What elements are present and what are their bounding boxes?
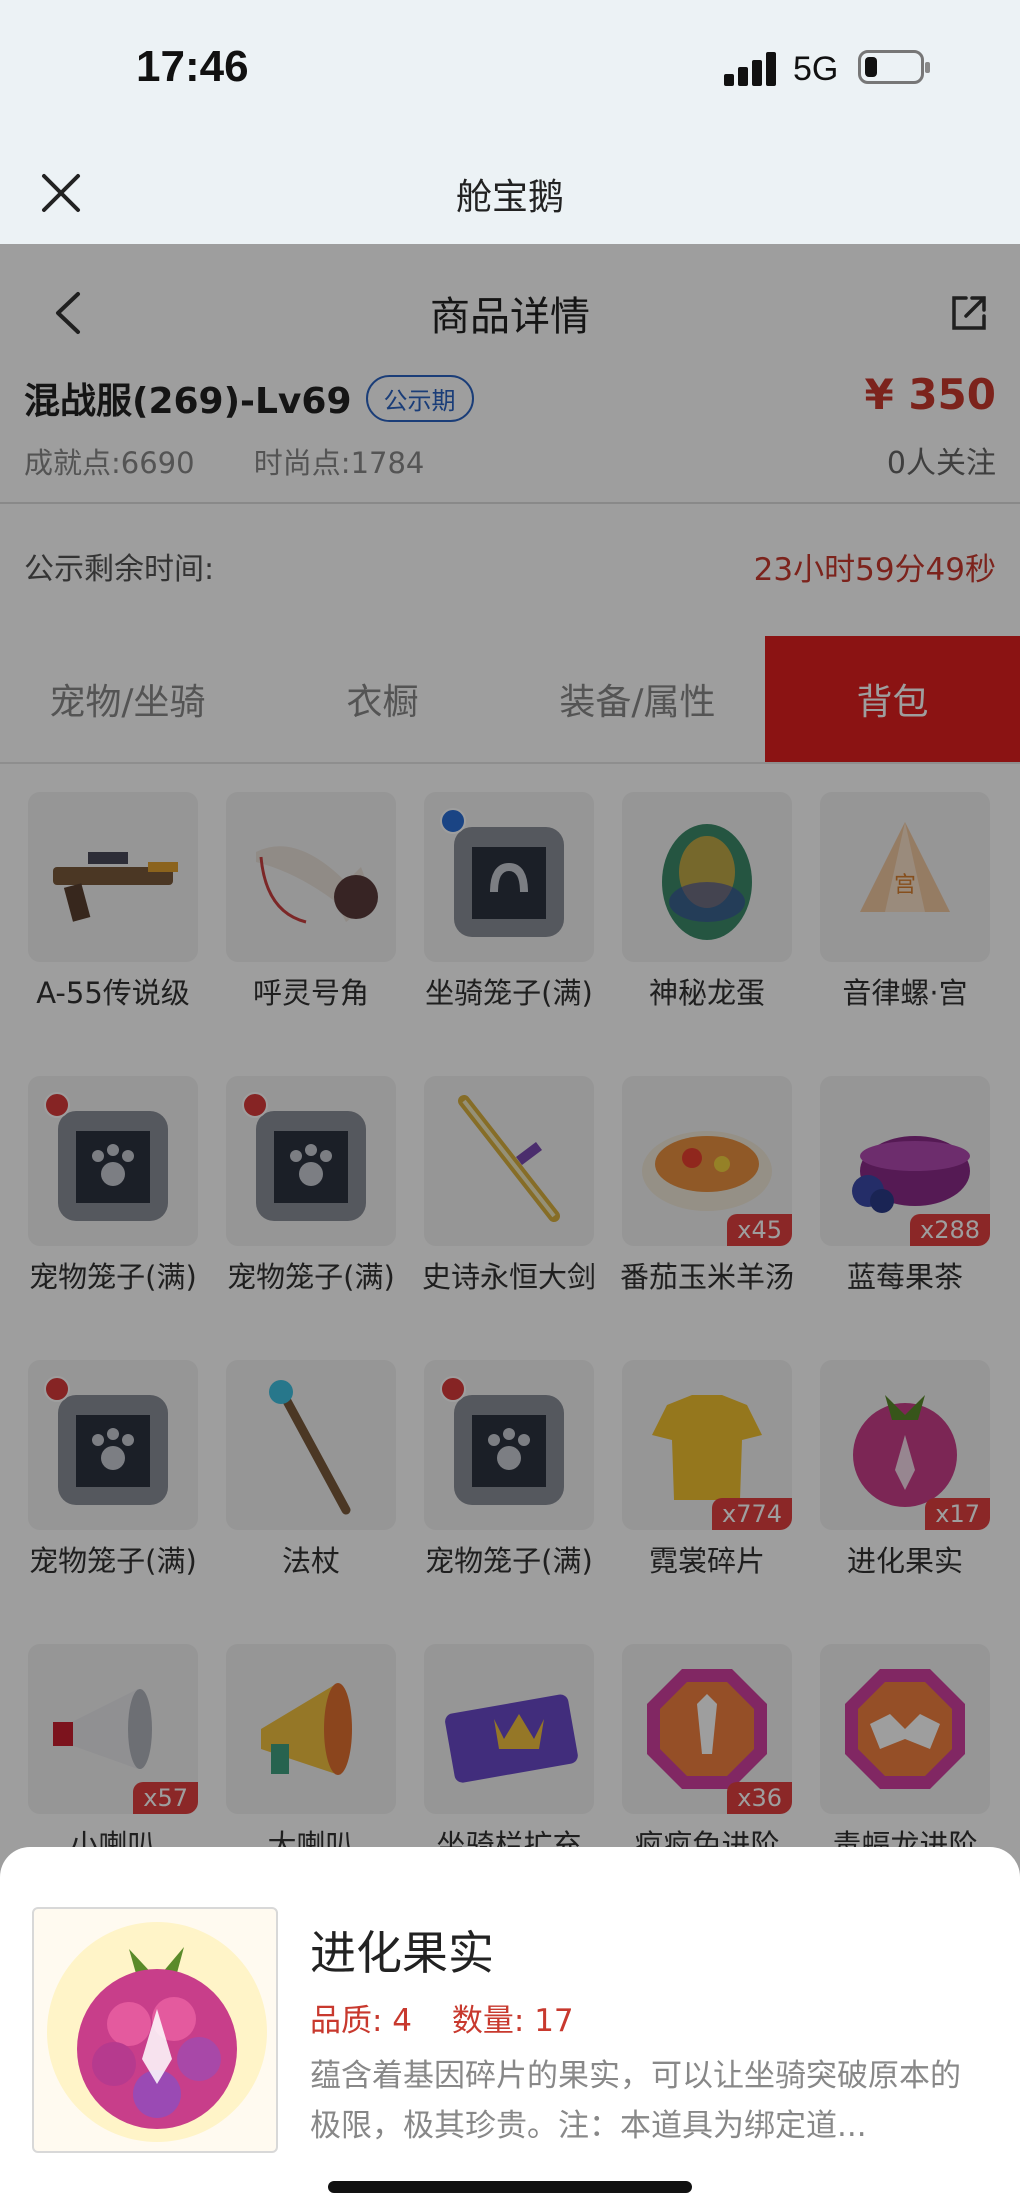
- detail-quality: 品质: 4: [310, 2003, 413, 2039]
- signal-icon: [724, 52, 778, 86]
- webview-title: 舱宝鹅: [455, 177, 564, 218]
- status-bar: 17:46 5G: [0, 0, 1020, 140]
- detail-meta: 品质: 4 数量: 17: [310, 1995, 604, 2040]
- evolution-fruit-icon: [32, 1907, 278, 2153]
- detail-count: 数量: 17: [451, 2003, 574, 2039]
- home-indicator: [328, 2181, 692, 2193]
- network-label: 5G: [793, 50, 839, 88]
- status-time: 17:46: [136, 42, 249, 91]
- battery-icon: [858, 50, 930, 84]
- webview-header: 舱宝鹅: [0, 140, 1020, 244]
- item-detail-sheet: 进化果实 品质: 4 数量: 17 蕴含着基因碎片的果实，可以让坐骑突破原本的极…: [0, 1847, 1020, 2211]
- detail-name: 进化果实: [310, 1926, 494, 1980]
- detail-description: 蕴含着基因碎片的果实，可以让坐骑突破原本的极限，极其珍贵。注：本道具为绑定道..…: [310, 2058, 961, 2144]
